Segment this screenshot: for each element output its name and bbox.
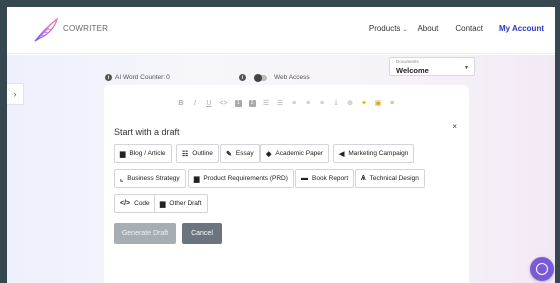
- info-icon[interactable]: i: [239, 74, 246, 81]
- documents-value: Welcome: [396, 66, 429, 75]
- download-icon[interactable]: ⤓: [333, 99, 340, 107]
- underline-icon[interactable]: U: [205, 100, 212, 107]
- add-doc-icon[interactable]: ⊕: [347, 99, 354, 107]
- magic-wand-icon[interactable]: ✦: [361, 99, 368, 107]
- word-counter: i AI Word Counter: 0: [105, 74, 170, 81]
- option-label: Academic Paper: [275, 150, 324, 157]
- option-outline[interactable]: ☷ Outline: [176, 144, 219, 163]
- code-icon[interactable]: <>: [219, 100, 227, 107]
- option-essay[interactable]: ✎ Essay: [220, 144, 260, 163]
- main-nav: Products ⌄ About Contact My Account: [369, 24, 555, 33]
- image-icon[interactable]: ▣: [375, 99, 382, 107]
- option-other-draft[interactable]: ▆ Other Draft: [154, 194, 208, 213]
- align-left-icon[interactable]: ≡: [291, 100, 298, 107]
- option-marketing-campaign[interactable]: ◀ Marketing Campaign: [333, 144, 415, 163]
- option-label: Outline: [192, 150, 213, 157]
- word-counter-label: AI Word Counter:: [115, 74, 166, 81]
- chevron-right-icon: ›: [13, 89, 17, 99]
- option-business-strategy[interactable]: ⌞ Business Strategy: [114, 169, 186, 188]
- book-icon: ▬: [301, 175, 308, 182]
- option-book-report[interactable]: ▬ Book Report: [295, 169, 355, 188]
- italic-icon[interactable]: I: [191, 99, 198, 107]
- sidebar-toggle-button[interactable]: ›: [7, 83, 24, 105]
- nav-products[interactable]: Products ⌄: [369, 24, 408, 33]
- caret-down-icon: ▼: [464, 65, 469, 71]
- clipboard-icon: ▆: [194, 175, 200, 183]
- bold-icon[interactable]: B: [177, 100, 184, 107]
- nav-contact[interactable]: Contact: [455, 24, 483, 33]
- nav-about[interactable]: About: [417, 24, 438, 33]
- option-label: Code: [134, 200, 150, 207]
- edit-icon: ✎: [226, 150, 232, 158]
- option-code[interactable]: </> Code: [114, 194, 156, 213]
- heading2-icon[interactable]: 2: [248, 99, 256, 107]
- option-label: Marketing Campaign: [348, 150, 409, 157]
- option-academic-paper[interactable]: ◆ Academic Paper: [260, 144, 330, 163]
- web-access-label: Web Access: [274, 74, 310, 81]
- formatting-toolbar: B I U <> 1 2 ☰ ☰ ≡ ≡ ≡ ⤓ ⊕ ✦ ▣ ≡: [104, 96, 469, 110]
- editor-card: B I U <> 1 2 ☰ ☰ ≡ ≡ ≡ ⤓ ⊕ ✦ ▣ ≡ Start w…: [104, 85, 469, 283]
- option-label: Essay: [235, 150, 254, 157]
- web-access-toggle[interactable]: [254, 73, 267, 82]
- list-settings-icon[interactable]: ≡: [389, 100, 396, 107]
- app-window: COWRITER Products ⌄ About Contact My Acco…: [7, 7, 555, 283]
- option-label: Product Requirements (PRD): [203, 175, 288, 182]
- option-label: Book Report: [312, 175, 349, 182]
- numbered-list-icon[interactable]: ☰: [277, 99, 284, 107]
- generate-draft-button[interactable]: Generate Draft: [114, 223, 176, 244]
- heading1-icon[interactable]: 1: [234, 99, 242, 107]
- align-right-icon[interactable]: ≡: [319, 100, 326, 107]
- drafting-icon: Ѧ: [361, 175, 366, 182]
- workspace: › i AI Word Counter: 0 i Web Access Docu…: [7, 55, 555, 283]
- word-counter-value: 0: [166, 74, 170, 81]
- bullet-list-icon[interactable]: ☰: [263, 99, 270, 107]
- option-label: Other Draft: [169, 200, 202, 207]
- documents-label: Documents: [396, 59, 419, 64]
- feather-logo-icon[interactable]: [32, 17, 60, 43]
- list-icon: ☷: [182, 150, 189, 158]
- nav-products-label: Products: [368, 24, 401, 33]
- document-icon: ▆: [120, 150, 126, 158]
- option-blog-article[interactable]: ▆ Blog / Article: [114, 144, 172, 163]
- documents-select[interactable]: Documents Welcome ▼: [389, 57, 475, 76]
- chat-support-icon[interactable]: [530, 257, 554, 281]
- close-icon[interactable]: ×: [452, 122, 457, 131]
- align-center-icon[interactable]: ≡: [305, 100, 312, 107]
- top-navbar: COWRITER Products ⌄ About Contact My Acco…: [7, 7, 555, 54]
- option-prd[interactable]: ▆ Product Requirements (PRD): [188, 169, 294, 188]
- option-label: Blog / Article: [129, 150, 166, 157]
- option-label: Technical Design: [369, 175, 419, 182]
- cancel-button[interactable]: Cancel: [182, 223, 222, 244]
- option-label: Business Strategy: [127, 175, 180, 182]
- chevron-down-icon: ⌄: [402, 27, 408, 33]
- nav-my-account[interactable]: My Account: [499, 24, 544, 33]
- web-access-control: i Web Access: [239, 73, 310, 82]
- document-icon: ▆: [160, 200, 166, 208]
- megaphone-icon: ◀: [339, 150, 345, 158]
- brand-name: COWRITER: [63, 24, 109, 33]
- graduation-icon: ◆: [266, 150, 272, 158]
- panel-title: Start with a draft: [114, 127, 180, 137]
- chart-icon: ⌞: [120, 175, 124, 183]
- option-technical-design[interactable]: Ѧ Technical Design: [355, 169, 425, 188]
- code-icon: </>: [120, 200, 131, 207]
- info-icon[interactable]: i: [105, 74, 112, 81]
